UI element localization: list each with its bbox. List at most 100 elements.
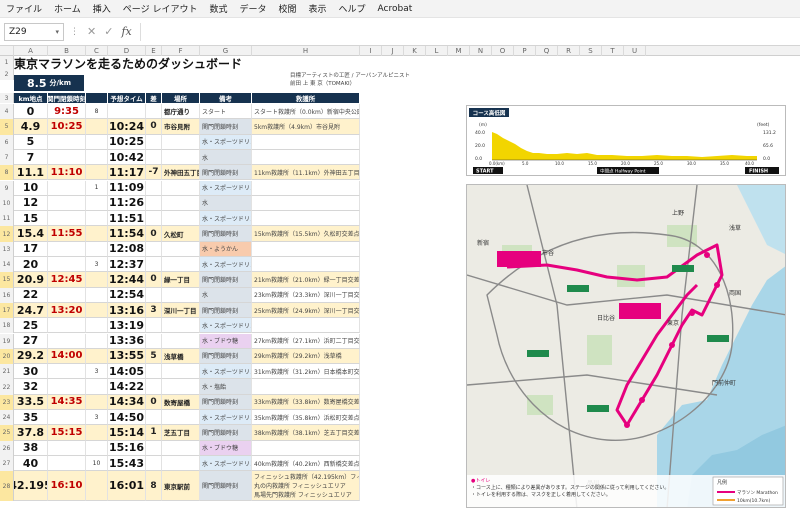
count-cell[interactable] [86, 211, 108, 227]
column-header[interactable]: K [404, 46, 426, 56]
place-cell[interactable] [162, 440, 200, 456]
predicted-time-cell[interactable]: 13:16 [108, 302, 146, 319]
note-cell[interactable]: 関門閉鎖時刻 [200, 272, 252, 288]
diff-cell[interactable]: 8 [146, 471, 162, 502]
note-cell[interactable]: 水 [200, 149, 252, 166]
place-cell[interactable] [162, 364, 200, 380]
km-cell[interactable]: 38 [14, 440, 48, 456]
aid-station-cell[interactable] [252, 195, 360, 212]
place-cell[interactable] [162, 318, 200, 334]
predicted-time-cell[interactable]: 13:19 [108, 318, 146, 334]
diff-cell[interactable] [146, 104, 162, 120]
row-header[interactable]: 18 [0, 318, 14, 334]
column-header[interactable]: C [86, 46, 108, 56]
row-header[interactable]: 20 [0, 348, 14, 365]
row-header[interactable]: 17 [0, 302, 14, 319]
column-header[interactable]: A [14, 46, 48, 56]
note-cell[interactable]: 関門閉鎖時刻 [200, 302, 252, 319]
diff-cell[interactable] [146, 134, 162, 150]
km-cell[interactable]: 7 [14, 149, 48, 166]
km-cell[interactable]: 29.2 [14, 348, 48, 365]
column-header[interactable]: D [108, 46, 146, 56]
count-cell[interactable]: 3 [86, 410, 108, 426]
predicted-time-cell[interactable]: 10:24 [108, 119, 146, 135]
predicted-time-cell[interactable]: 11:26 [108, 195, 146, 212]
more-icon[interactable]: ⋮ [70, 27, 79, 37]
place-cell[interactable]: 外神田五丁目 [162, 165, 200, 181]
km-cell[interactable]: 37.8 [14, 425, 48, 441]
place-cell[interactable] [162, 379, 200, 395]
column-header[interactable]: Q [536, 46, 558, 56]
course-map[interactable]: 新宿 市谷 上野 浅草 両国 門前仲町 日比谷 品川 東京 ●トイレ ・コース上… [466, 184, 786, 508]
km-cell[interactable]: 22 [14, 287, 48, 303]
km-cell[interactable]: 15.4 [14, 226, 48, 242]
km-cell[interactable]: 4.9 [14, 119, 48, 135]
count-cell[interactable]: 1 [86, 180, 108, 196]
predicted-time-cell[interactable]: 10:25 [108, 134, 146, 150]
name-box[interactable]: Z29 ▾ [4, 22, 64, 41]
diff-cell[interactable] [146, 318, 162, 334]
predicted-time-cell[interactable]: 12:44 [108, 272, 146, 288]
predicted-time-cell[interactable]: 15:43 [108, 455, 146, 472]
km-cell[interactable]: 25 [14, 318, 48, 334]
place-cell[interactable]: 浅草橋 [162, 348, 200, 365]
aid-station-cell[interactable]: 35km救護所（35.8km）浜松町交差点付近 [252, 410, 360, 426]
closing-time-cell[interactable] [48, 318, 86, 334]
note-cell[interactable]: 水・スポーツドリンク [200, 211, 252, 227]
place-cell[interactable] [162, 134, 200, 150]
closing-time-cell[interactable] [48, 287, 86, 303]
note-cell[interactable]: 水・ようかん [200, 241, 252, 257]
km-cell[interactable]: 11.1 [14, 165, 48, 181]
aid-station-cell[interactable]: フィニッシュ救護所（42.195km）フィニッシュ地点丸の内救護所 フィニッシュ… [252, 471, 360, 502]
count-cell[interactable] [86, 425, 108, 441]
closing-time-cell[interactable] [48, 149, 86, 166]
km-cell[interactable]: 5 [14, 134, 48, 150]
aid-station-cell[interactable] [252, 440, 360, 456]
menu-item-1[interactable]: ホーム [48, 2, 87, 15]
km-cell[interactable]: 12 [14, 195, 48, 212]
column-header[interactable]: H [252, 46, 360, 56]
note-cell[interactable]: 関門閉鎖時刻 [200, 394, 252, 410]
row-header[interactable]: 28 [0, 471, 14, 502]
place-cell[interactable] [162, 257, 200, 273]
diff-cell[interactable] [146, 379, 162, 395]
menu-item-7[interactable]: 表示 [303, 2, 333, 15]
place-cell[interactable] [162, 241, 200, 257]
diff-cell[interactable] [146, 180, 162, 196]
closing-time-cell[interactable] [48, 379, 86, 395]
aid-station-cell[interactable]: 38km救護所（38.1km）芝五丁目交差点付近 [252, 425, 360, 441]
closing-time-cell[interactable]: 12:45 [48, 272, 86, 288]
place-cell[interactable] [162, 410, 200, 426]
note-cell[interactable]: 水・スポーツドリンク [200, 364, 252, 380]
predicted-time-cell[interactable]: 15:14 [108, 425, 146, 441]
row-header[interactable]: 25 [0, 425, 14, 441]
row-header[interactable]: 13 [0, 241, 14, 257]
place-cell[interactable] [162, 149, 200, 166]
aid-station-cell[interactable]: 31km救護所（31.2km）日本橋本町交差点 [252, 364, 360, 380]
predicted-time-cell[interactable]: 10:42 [108, 149, 146, 166]
diff-cell[interactable]: 0 [146, 394, 162, 410]
place-cell[interactable] [162, 211, 200, 227]
predicted-time-cell[interactable]: 13:36 [108, 333, 146, 349]
km-cell[interactable]: 27 [14, 333, 48, 349]
predicted-time-cell[interactable]: 12:54 [108, 287, 146, 303]
diff-cell[interactable] [146, 149, 162, 166]
note-cell[interactable]: 水・スポーツドリンク [200, 134, 252, 150]
count-cell[interactable]: 3 [86, 364, 108, 380]
diff-cell[interactable]: 3 [146, 302, 162, 319]
note-cell[interactable]: 水・ブドウ糖 [200, 440, 252, 456]
column-header[interactable]: U [624, 46, 646, 56]
count-cell[interactable] [86, 333, 108, 349]
km-cell[interactable]: 15 [14, 211, 48, 227]
note-cell[interactable]: 関門閉鎖時刻 [200, 348, 252, 365]
closing-time-cell[interactable]: 11:55 [48, 226, 86, 242]
aid-station-cell[interactable] [252, 379, 360, 395]
column-header[interactable]: E [146, 46, 162, 56]
predicted-time-cell[interactable]: 11:54 [108, 226, 146, 242]
diff-cell[interactable]: 5 [146, 348, 162, 365]
aid-station-cell[interactable]: 15km救護所（15.5km）久松町交差点 [252, 226, 360, 242]
count-cell[interactable] [86, 471, 108, 502]
diff-cell[interactable]: 0 [146, 272, 162, 288]
place-cell[interactable]: 深川一丁目 [162, 302, 200, 319]
count-cell[interactable] [86, 318, 108, 334]
